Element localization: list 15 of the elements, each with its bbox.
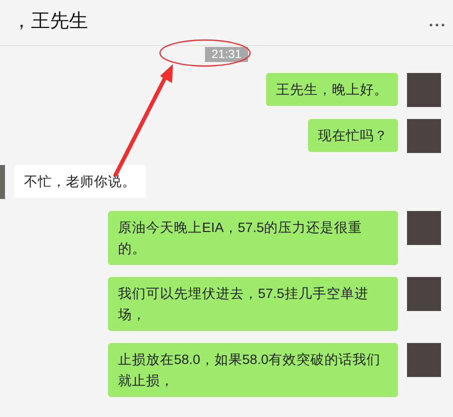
timestamp: 21:31 [205, 47, 248, 62]
avatar-photo[interactable] [0, 165, 5, 199]
message-bubble: 原油今天晚上EIA，57.5的压力还是很重的。 [108, 211, 398, 265]
more-icon[interactable] [429, 22, 445, 26]
avatar-photo[interactable] [407, 73, 441, 107]
avatar-photo[interactable] [407, 277, 441, 311]
message-bubble: 止损放在58.0，如果58.0有效突破的话我们就止损， [108, 343, 398, 397]
message-bubble: 不忙，老师你说。 [14, 165, 146, 198]
message-bubble: 王先生，晚上好。 [266, 73, 398, 106]
message-bubble: 我们可以先埋伏进去，57.5挂几手空单进场， [108, 277, 398, 331]
avatar-photo[interactable] [407, 211, 441, 245]
avatar-photo[interactable] [407, 343, 441, 377]
avatar-photo[interactable] [407, 119, 441, 153]
message-bubble: 现在忙吗？ [308, 119, 398, 152]
chat-title: ，王先生 [11, 10, 88, 34]
